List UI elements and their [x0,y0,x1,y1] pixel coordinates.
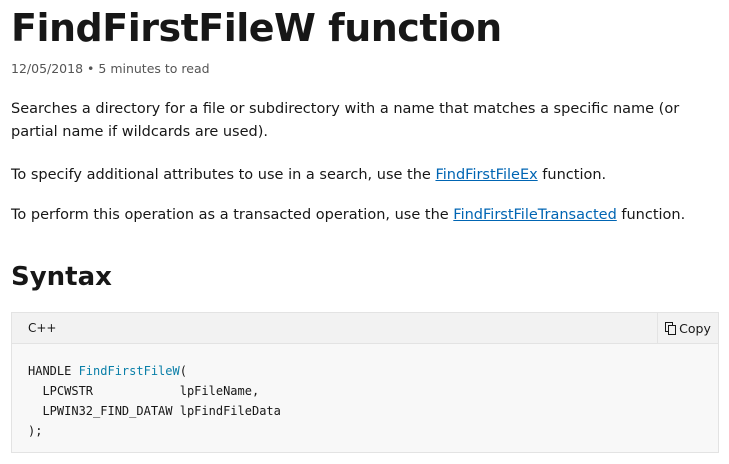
date: 12/05/2018 [11,61,84,76]
code-function-name: FindFirstFileW [78,364,180,378]
text: function. [537,167,607,183]
description: Searches a directory for a file or subdi… [11,101,680,140]
code-block: C++ Copy HANDLE FindFirstFileW( LPCWSTR … [11,312,719,453]
syntax-heading: Syntax [11,262,112,292]
code-content: HANDLE FindFirstFileW( LPCWSTR lpFileNam… [28,361,281,441]
paragraph-transacted: To perform this operation as a transacte… [11,204,716,227]
code-header: C++ Copy [12,313,718,344]
read-time: 5 minutes to read [98,61,210,76]
findfirstfiletransacted-link[interactable]: FindFirstFileTransacted [453,207,616,223]
text: To specify additional attributes to use … [11,167,436,183]
text: To perform this operation as a transacte… [11,207,454,223]
code-line: LPWIN32_FIND_DATAW lpFindFileData [28,404,281,418]
copy-icon [665,321,677,335]
copy-label: Copy [679,320,711,336]
code-line: LPCWSTR lpFileName, [28,384,260,398]
code-token: HANDLE [28,364,79,378]
code-token: ( [179,364,187,378]
separator: • [87,61,95,76]
page-title: FindFirstFileW function [11,6,502,50]
copy-button[interactable]: Copy [657,313,718,343]
code-line: ); [28,424,43,438]
code-language: C++ [28,321,57,335]
paragraph-ex: To specify additional attributes to use … [11,164,716,187]
text: function. [616,207,686,223]
findfirstfileex-link[interactable]: FindFirstFileEx [435,167,537,183]
article-meta: 12/05/2018 • 5 minutes to read [11,61,210,76]
